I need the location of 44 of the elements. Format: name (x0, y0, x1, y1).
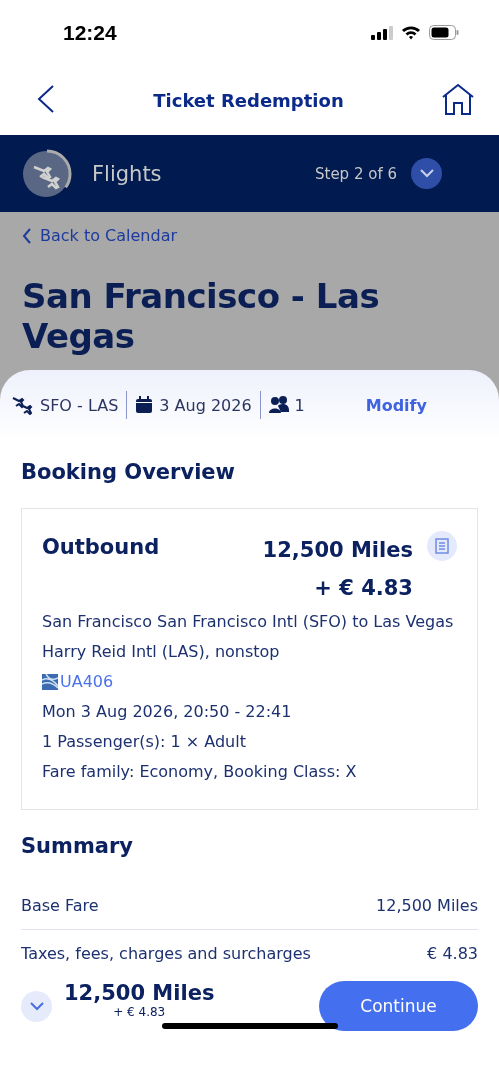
flight-number-link[interactable]: UA406 (60, 667, 114, 697)
airline-logo-icon (42, 674, 58, 690)
step-label: Flights (92, 161, 163, 186)
battery-icon (429, 25, 459, 40)
expand-summary-button[interactable] (21, 991, 52, 1022)
people-icon (268, 396, 289, 414)
passenger-count: 1 (294, 395, 305, 415)
total-miles: 12,500 Miles (64, 981, 215, 1005)
date-text: 3 Aug 2026 (159, 395, 252, 415)
step-progress-icon (22, 148, 72, 199)
planes-icon (12, 395, 34, 415)
home-button[interactable] (441, 82, 475, 118)
continue-button[interactable]: Continue (319, 981, 478, 1031)
flight-detail: Mon 3 Aug 2026, 20:50 - 22:41 (42, 701, 293, 723)
section-heading: Summary (21, 834, 135, 858)
expand-steps-button[interactable] (411, 158, 442, 189)
page-title: Ticket Redemption (153, 89, 344, 111)
route-title: San Francisco - Las Vegas (22, 275, 381, 356)
back-icon (22, 227, 32, 244)
summary-value: € 4.83 (427, 944, 478, 963)
document-icon (435, 538, 449, 554)
summary-label: Taxes, fees, charges and surcharges (21, 944, 311, 963)
signal-icon (371, 25, 393, 40)
modify-link[interactable]: Modify (365, 395, 427, 415)
summary-label: Base Fare (21, 896, 99, 915)
route-description: San Francisco San Francisco Intl (SFO) to Las Vegas Harry Reid Intl (LAS), nonstop (42, 611, 455, 663)
step-counter: Step 2 of 6 (315, 164, 397, 183)
summary-value: 12,500 Miles (376, 896, 478, 915)
segment-cash: + € 4.83 (313, 575, 413, 602)
flight-detail: Fare family: Economy, Booking Class: X (42, 761, 358, 783)
chevron-icon (29, 1002, 44, 1011)
route-text: SFO - LAS (40, 395, 119, 415)
chevron-icon (419, 169, 434, 178)
calendar-icon (135, 396, 154, 414)
back-to-calendar-link[interactable]: Back to Calendar (22, 226, 178, 245)
back-icon (36, 83, 56, 114)
wifi-icon (401, 25, 421, 40)
total-cash: + € 4.83 (113, 1005, 166, 1019)
segment-miles: 12,500 Miles (262, 537, 413, 564)
section-heading: Booking Overview (21, 460, 236, 484)
home-icon (441, 82, 475, 115)
segment-title: Outbound (42, 535, 161, 559)
flight-detail: 1 Passenger(s): 1 × Adult (42, 731, 247, 753)
status-time: 12:24 (63, 20, 117, 45)
